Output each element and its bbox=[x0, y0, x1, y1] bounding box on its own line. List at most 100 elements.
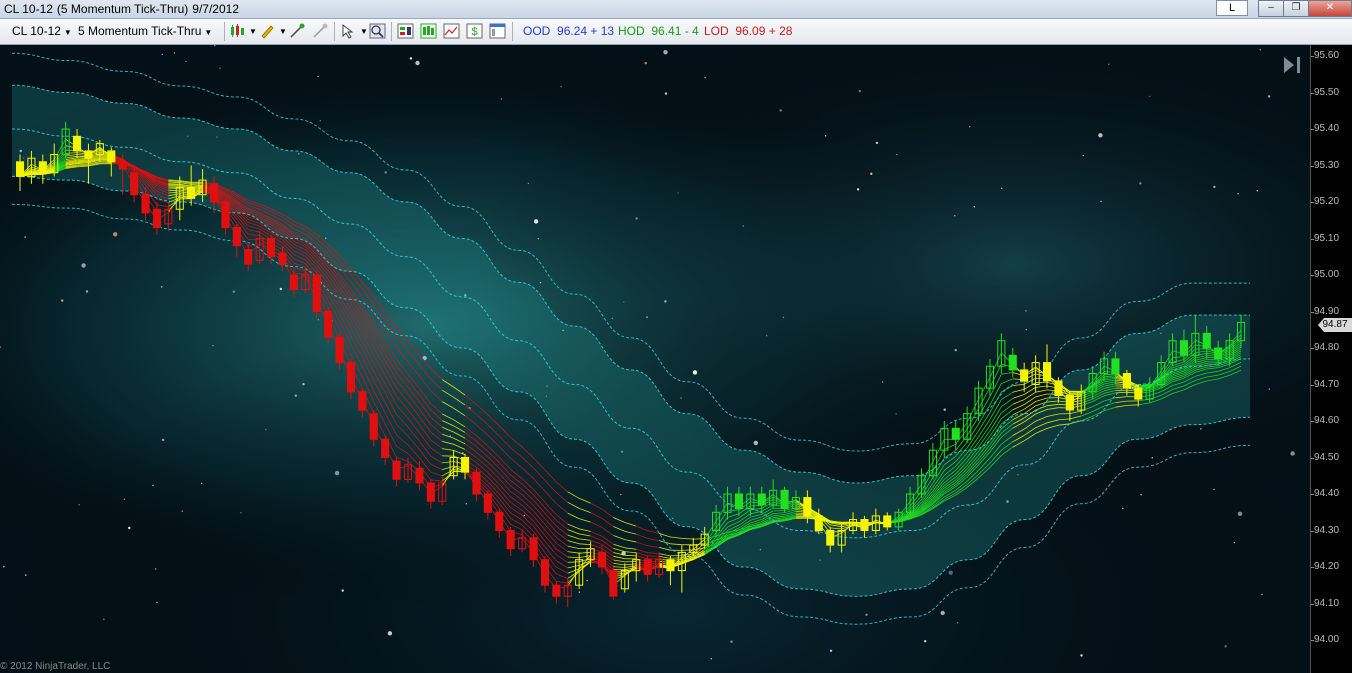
candle-body bbox=[289, 274, 298, 291]
pointer-icon[interactable] bbox=[340, 23, 357, 39]
star bbox=[586, 579, 588, 582]
toolbar-divider bbox=[512, 22, 513, 41]
axis-tick-label: 94.60 bbox=[1314, 415, 1340, 426]
star bbox=[181, 510, 183, 512]
star bbox=[527, 182, 530, 185]
candle-body bbox=[506, 530, 515, 550]
star bbox=[1149, 95, 1151, 98]
star bbox=[875, 141, 879, 145]
star bbox=[943, 408, 946, 411]
candle-body bbox=[267, 238, 276, 258]
candle-body bbox=[210, 183, 219, 203]
candle-body bbox=[951, 427, 960, 440]
axis-tick-label: 95.50 bbox=[1314, 86, 1340, 98]
star bbox=[782, 316, 785, 319]
star bbox=[387, 631, 393, 636]
candle-body bbox=[780, 489, 789, 509]
star bbox=[560, 86, 562, 88]
strategies-icon[interactable]: $ bbox=[466, 23, 483, 39]
toolbar-divider bbox=[391, 22, 392, 41]
chevron-down-icon[interactable]: ▼ bbox=[360, 27, 368, 36]
star bbox=[232, 290, 236, 293]
star bbox=[611, 317, 613, 319]
interval-selector[interactable]: 5 Momentum Tick-Thru ▼ bbox=[78, 24, 212, 38]
axis-tick-label: 95.20 bbox=[1314, 196, 1340, 207]
star bbox=[1213, 488, 1215, 491]
candle-body bbox=[734, 493, 744, 510]
candle-body bbox=[312, 274, 321, 312]
star bbox=[766, 335, 768, 337]
star bbox=[1290, 451, 1295, 456]
ribbon-segment bbox=[1035, 381, 1048, 384]
star bbox=[128, 526, 131, 530]
star bbox=[1237, 193, 1239, 195]
window-title: CL 10-12 (5 Momentum Tick-Thru) 9/7/2012 bbox=[4, 2, 243, 16]
bar-type-icon[interactable] bbox=[229, 23, 246, 39]
ood-readout: OOD 96.24 + 13 bbox=[523, 24, 614, 38]
axis-tick-label: 94.50 bbox=[1314, 451, 1340, 463]
pencil-drawing-icon[interactable] bbox=[259, 23, 276, 39]
link-button[interactable]: L bbox=[1216, 0, 1248, 16]
instrument-label: CL 10-12 bbox=[12, 24, 61, 38]
properties-icon[interactable] bbox=[489, 23, 506, 39]
star bbox=[161, 286, 163, 288]
star bbox=[623, 301, 625, 303]
chevron-down-icon[interactable]: ▼ bbox=[249, 27, 257, 36]
star bbox=[1233, 541, 1236, 544]
instrument-selector[interactable]: CL 10-12 ▼ bbox=[12, 24, 72, 38]
star bbox=[956, 622, 959, 624]
chevron-down-icon[interactable]: ▼ bbox=[279, 27, 287, 36]
close-button[interactable]: ✕ bbox=[1308, 0, 1352, 17]
restore-button[interactable]: ❐ bbox=[1283, 0, 1309, 17]
star bbox=[465, 503, 467, 505]
star bbox=[523, 514, 525, 517]
indicators-icon[interactable] bbox=[443, 23, 460, 39]
star bbox=[895, 413, 897, 415]
minimize-button[interactable]: – bbox=[1258, 0, 1284, 17]
star bbox=[620, 493, 622, 496]
candle-body bbox=[346, 362, 355, 393]
star bbox=[824, 135, 827, 137]
candle-body bbox=[1065, 394, 1074, 411]
candle-body bbox=[757, 493, 766, 506]
star bbox=[103, 618, 105, 620]
candle-body bbox=[860, 519, 869, 531]
zoom-icon[interactable] bbox=[369, 23, 386, 39]
candle-body bbox=[1043, 362, 1052, 382]
scroll-end-icon[interactable] bbox=[1282, 56, 1304, 74]
star bbox=[1200, 428, 1202, 430]
candle-body bbox=[803, 497, 812, 517]
candle-body bbox=[495, 511, 504, 531]
star bbox=[1098, 133, 1103, 138]
star bbox=[173, 52, 176, 54]
candle-body bbox=[1179, 340, 1189, 356]
ribbon-segment bbox=[1206, 360, 1219, 362]
star bbox=[940, 610, 945, 616]
remove-tool-icon[interactable] bbox=[312, 23, 329, 39]
star bbox=[663, 50, 668, 55]
axis-tick-label: 95.60 bbox=[1314, 50, 1340, 61]
toolbar-divider bbox=[334, 22, 335, 41]
star bbox=[969, 126, 971, 128]
candle-body bbox=[118, 161, 127, 170]
star bbox=[1080, 654, 1083, 657]
candle-body bbox=[609, 570, 618, 597]
window-symbol: CL 10-12 bbox=[4, 2, 53, 16]
star bbox=[500, 98, 503, 100]
price-axis[interactable]: 95.60 95.50 95.40 95.30 95.20 95.10 95.00 94.90… bbox=[1310, 45, 1352, 673]
data-box-icon[interactable] bbox=[420, 23, 437, 39]
candle-body bbox=[324, 311, 333, 338]
candle-body bbox=[426, 482, 435, 502]
price-chart[interactable] bbox=[0, 45, 1352, 673]
ribbon-segment bbox=[191, 183, 203, 185]
candle-body bbox=[1202, 332, 1211, 349]
pin-tool-icon[interactable] bbox=[289, 23, 306, 39]
copyright-text: © 2012 NinjaTrader, LLC bbox=[0, 661, 111, 672]
star bbox=[896, 153, 898, 156]
chart-trader-icon[interactable] bbox=[397, 23, 414, 39]
ribbon-segment bbox=[1104, 373, 1116, 376]
star bbox=[646, 316, 648, 318]
axis-tick-label: 94.30 bbox=[1314, 524, 1340, 536]
star bbox=[578, 591, 581, 593]
candle-body bbox=[130, 172, 139, 196]
